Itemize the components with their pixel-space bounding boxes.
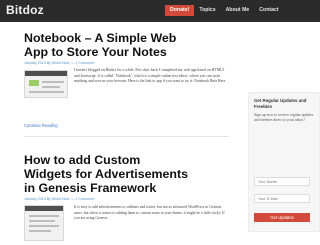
site-logo[interactable]: Bitdoz: [6, 3, 44, 17]
post-title-line[interactable]: How to add Custom: [24, 154, 140, 167]
subscribe-description: Sign up now to receive regular updates a…: [254, 113, 314, 123]
post-meta: January 2013 By Mohd Noor — 1 Comment: [24, 197, 94, 201]
get-updates-button[interactable]: Get Updates: [254, 213, 310, 222]
nav-donate[interactable]: Donate!: [165, 5, 195, 16]
post-divider: [24, 136, 229, 137]
continue-reading-link[interactable]: Continue Reading: [24, 123, 58, 128]
email-field[interactable]: Your E-Mail: [254, 194, 310, 203]
subscribe-title: Get Regular Updates and Freebies: [254, 98, 307, 109]
post-title-line[interactable]: App to Store Your Notes: [24, 46, 167, 59]
post-list: Notebook – A Simple Web App to Store You…: [0, 22, 238, 245]
post-excerpt: It is easy to add advertisements to side…: [74, 205, 225, 221]
name-field[interactable]: Your Name: [254, 177, 310, 186]
post-excerpt: I haven't blogged on Bitdoz for a while.…: [74, 68, 226, 84]
post-thumbnail[interactable]: [24, 205, 64, 241]
post-title-line[interactable]: Widgets for Advertisements: [24, 168, 188, 181]
top-bar: Bitdoz Donate! Topics About Me Contact: [0, 0, 320, 22]
sidebar: Get Regular Updates and Freebies Sign up…: [248, 22, 320, 245]
post-meta: January 2013 By Mohd Noor — 1 Comment: [24, 61, 94, 65]
subscribe-widget: Get Regular Updates and Freebies Sign up…: [248, 92, 320, 232]
post-thumbnail[interactable]: [24, 70, 68, 98]
nav-contact[interactable]: Contact: [254, 5, 283, 16]
nav-topics[interactable]: Topics: [194, 5, 220, 16]
post-title-line[interactable]: in Genesis Framework: [24, 182, 156, 195]
nav-about-me[interactable]: About Me: [221, 5, 255, 16]
main-nav: Donate! Topics About Me Contact: [165, 5, 284, 16]
post-title-line[interactable]: Notebook – A Simple Web: [24, 32, 176, 45]
